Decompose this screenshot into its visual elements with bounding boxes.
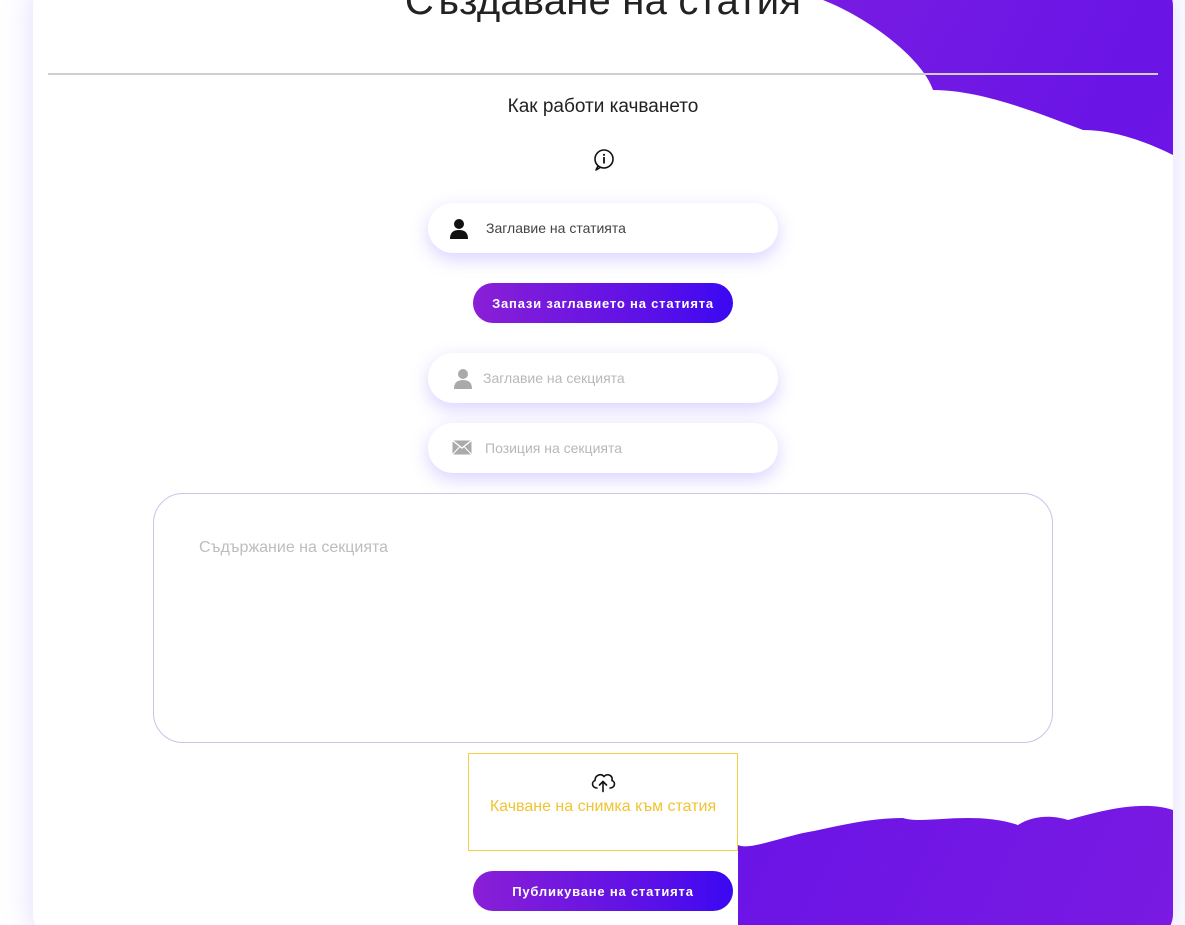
upload-image-button[interactable]: Качване на снимка към статия xyxy=(468,753,738,851)
page: Създаване на статия Как работи качването… xyxy=(0,0,1185,925)
user-icon xyxy=(454,369,472,389)
section-position-field xyxy=(428,423,778,473)
save-article-title-button[interactable]: Запази заглавието на статията xyxy=(473,283,733,323)
publish-article-button[interactable]: Публикуване на статията xyxy=(473,871,733,911)
title-divider xyxy=(48,73,1158,75)
section-title-field xyxy=(428,353,778,403)
envelope-icon xyxy=(452,440,472,455)
create-article-card: Създаване на статия Как работи качването… xyxy=(33,0,1173,925)
user-icon xyxy=(450,219,468,239)
section-content-field xyxy=(153,493,1053,743)
section-content-textarea[interactable] xyxy=(199,539,999,709)
section-position-input[interactable] xyxy=(485,423,755,473)
article-title-field xyxy=(428,203,778,253)
article-title-input[interactable] xyxy=(486,203,756,253)
cloud-upload-icon xyxy=(591,773,616,793)
section-title-input[interactable] xyxy=(483,353,753,403)
info-icon[interactable] xyxy=(593,148,615,172)
page-title: Създаване на статия xyxy=(404,0,802,23)
upload-help-heading: Как работи качването xyxy=(507,96,699,117)
upload-image-label: Качване на снимка към статия xyxy=(489,798,717,815)
